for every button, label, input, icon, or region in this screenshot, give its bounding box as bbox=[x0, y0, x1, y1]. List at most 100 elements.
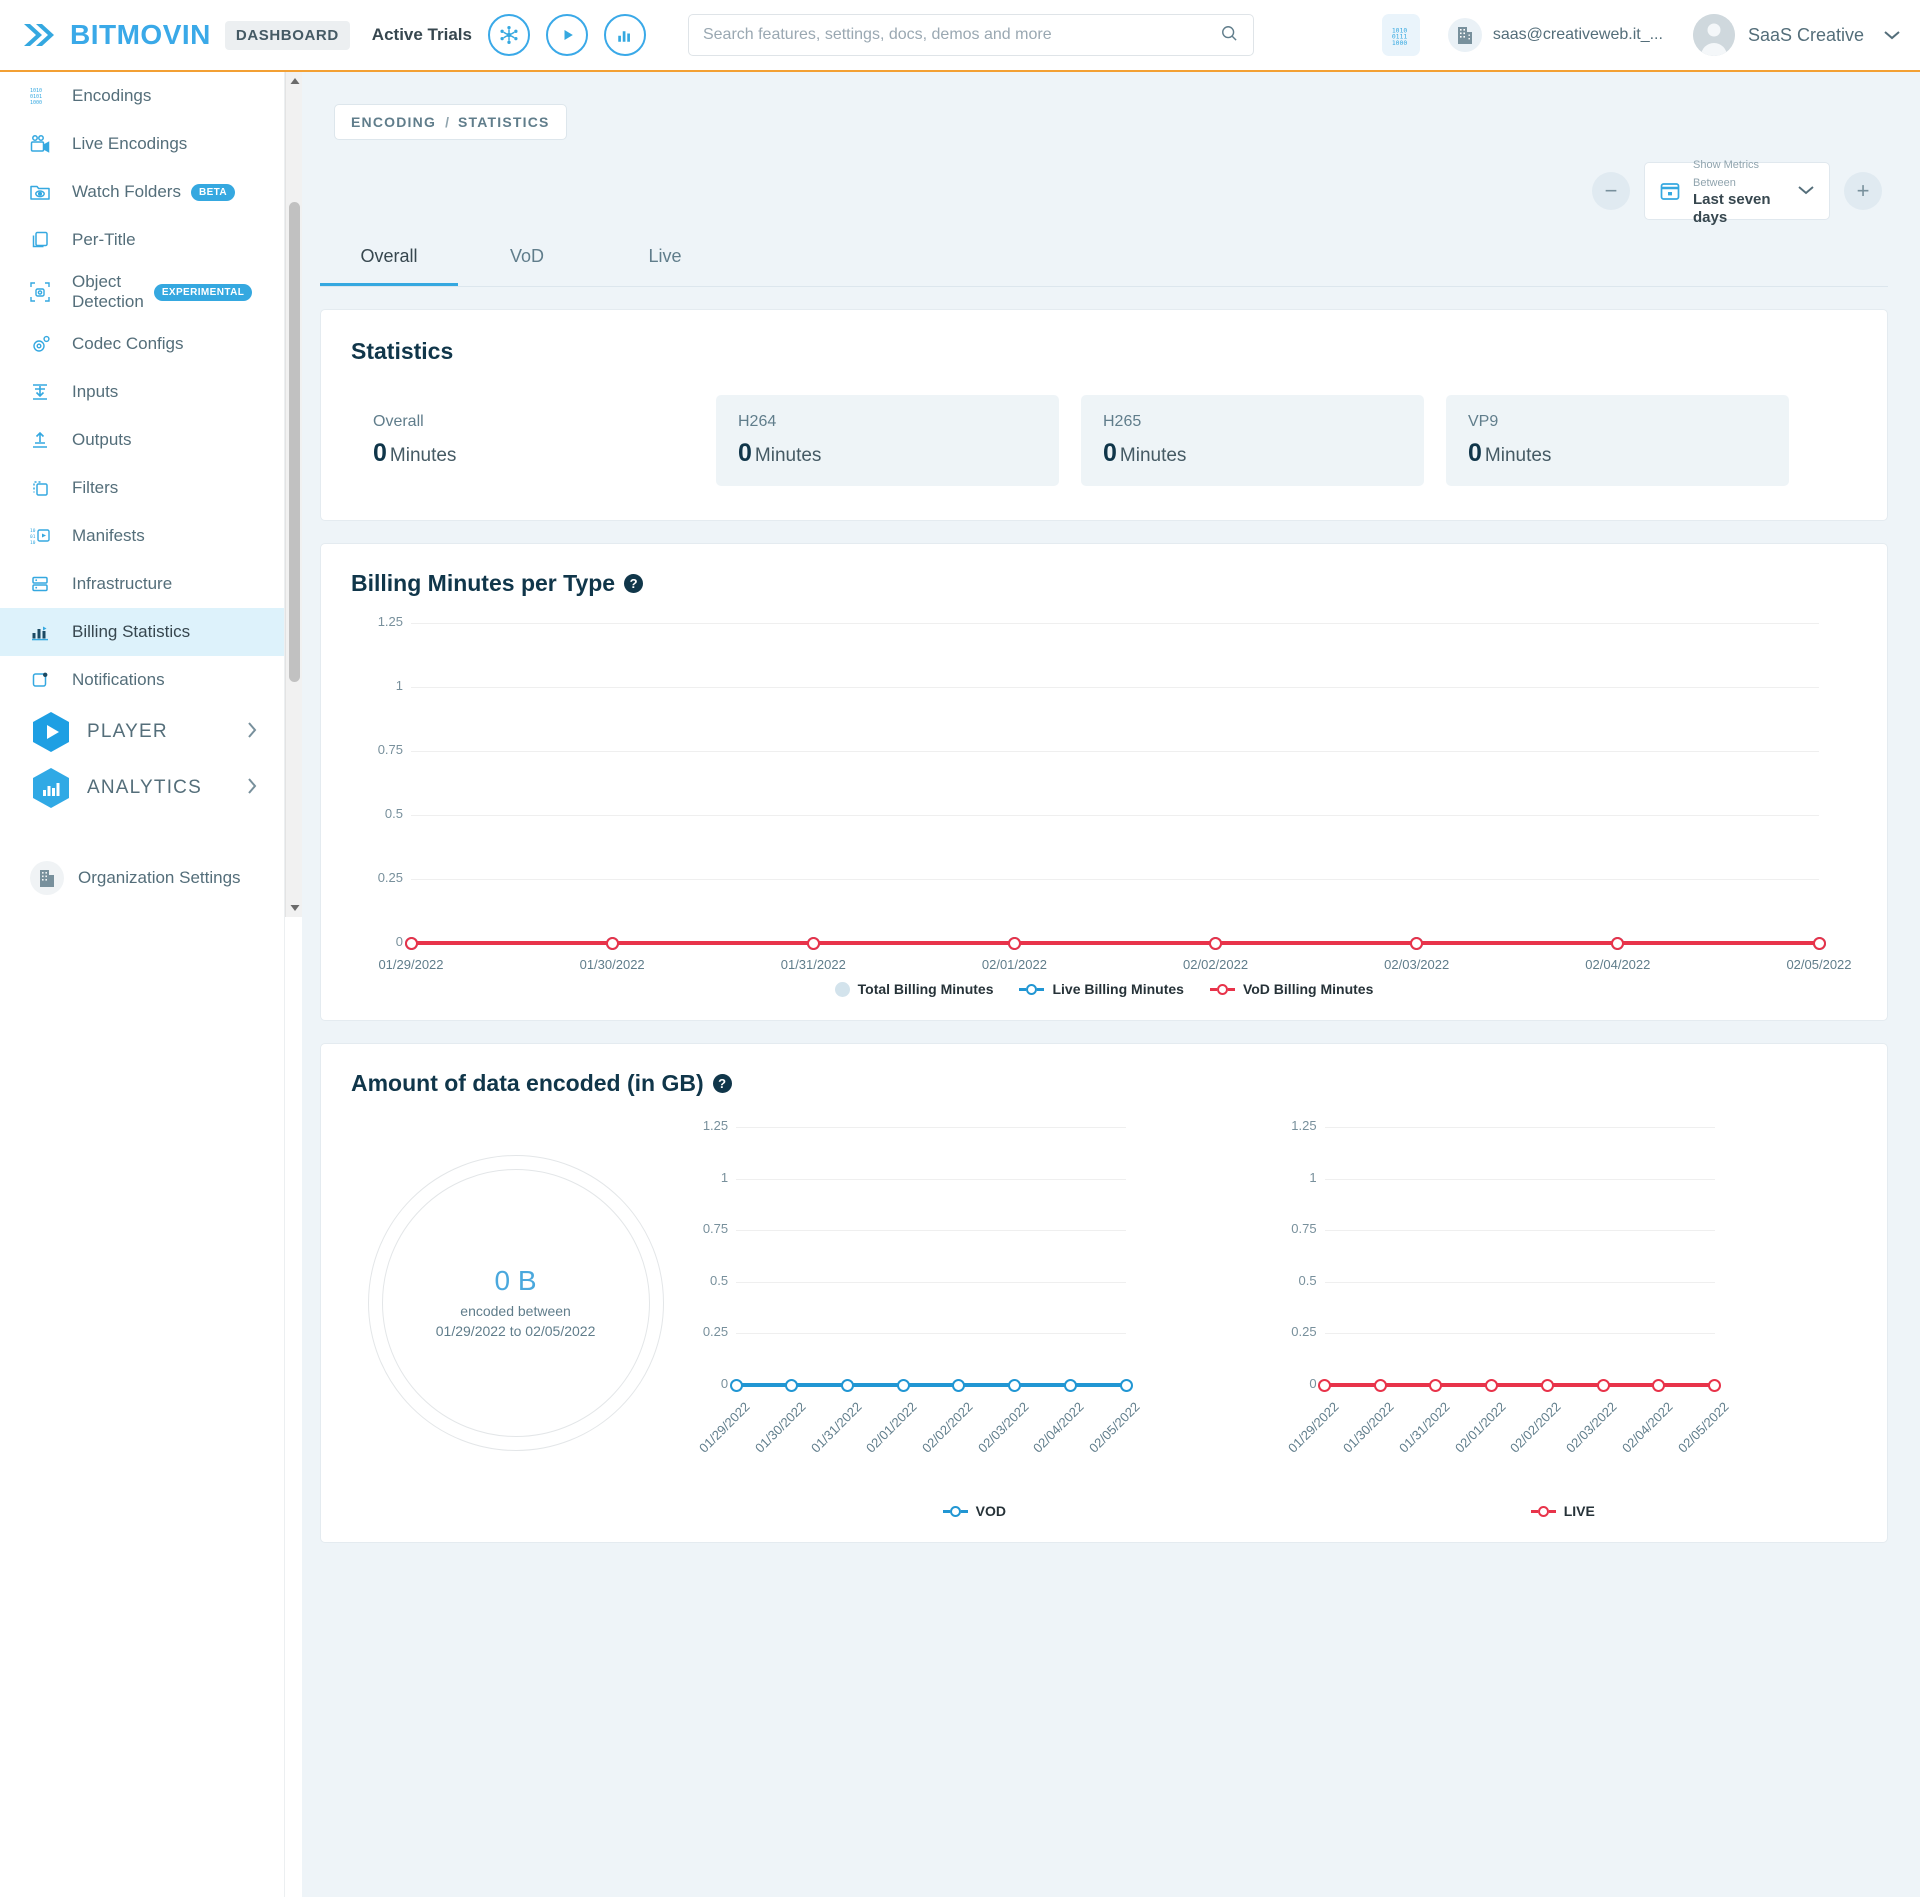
sidebar-item-live-encodings[interactable]: Live Encodings bbox=[0, 120, 284, 168]
encoding-nodes-icon[interactable] bbox=[487, 14, 530, 56]
chart-data-point bbox=[1119, 1378, 1133, 1392]
binary-code-icon[interactable]: 1010 0111 1000 bbox=[1381, 14, 1420, 56]
chart-x-tick: 01/29/2022 bbox=[378, 957, 444, 972]
stat-value: 0 Minutes bbox=[1468, 439, 1767, 468]
sidebar-item-organization-settings[interactable]: Organization Settings bbox=[0, 854, 284, 902]
donut-value: 0 B bbox=[494, 1264, 537, 1296]
chevron-right-icon[interactable] bbox=[246, 777, 258, 800]
sidebar-item-infrastructure[interactable]: Infrastructure bbox=[0, 560, 284, 608]
chart-y-tick: 1 bbox=[395, 678, 403, 693]
search-input[interactable] bbox=[702, 26, 1219, 44]
donut-caption-line2: 01/29/2022 to 02/05/2022 bbox=[435, 1323, 596, 1339]
billing-minutes-chart: 1.25 1 0.75 0.5 0.25 0 01/29/2022 01/30/2022 01/… bbox=[351, 607, 1857, 1007]
legend-item-vod[interactable]: VOD bbox=[942, 1503, 1006, 1519]
watch-folder-eye-icon bbox=[26, 183, 54, 202]
decrease-range-button[interactable]: − bbox=[1592, 172, 1630, 210]
legend-ring-icon bbox=[1530, 1505, 1556, 1517]
chevron-down-icon[interactable] bbox=[1882, 25, 1902, 46]
stat-box-h265: H265 0 Minutes bbox=[1081, 395, 1424, 486]
sidebar-item-manifests[interactable]: 10 01 10 Manifests bbox=[0, 512, 284, 560]
brand-logo[interactable]: BITMOVIN bbox=[22, 19, 211, 51]
search-box[interactable] bbox=[687, 14, 1254, 56]
player-play-icon[interactable] bbox=[545, 14, 588, 56]
calendar-icon bbox=[1659, 180, 1681, 202]
sidebar-item-encodings[interactable]: 1010 0101 1000 Encodings bbox=[0, 72, 284, 120]
svg-text:10: 10 bbox=[30, 528, 36, 534]
stat-value: 0 Minutes bbox=[738, 439, 1037, 468]
chart-y-tick: 0.25 bbox=[377, 870, 403, 885]
building-icon bbox=[1447, 18, 1482, 52]
sidebar-scrollbar[interactable] bbox=[285, 72, 302, 917]
sidebar-item-watch-folders[interactable]: Watch Folders BETA bbox=[0, 168, 284, 216]
chevron-right-icon[interactable] bbox=[246, 721, 258, 744]
breadcrumb-separator: / bbox=[445, 114, 449, 130]
increase-range-button[interactable]: + bbox=[1844, 172, 1882, 210]
active-trials-link[interactable]: Active Trials bbox=[372, 25, 472, 45]
sidebar-item-billing-statistics[interactable]: Billing Statistics bbox=[0, 608, 284, 656]
chart-x-tick: 01/31/2022 bbox=[780, 957, 846, 972]
search-icon[interactable] bbox=[1219, 23, 1239, 48]
stat-unit: Minutes bbox=[754, 445, 822, 466]
tab-vod[interactable]: VoD bbox=[458, 234, 596, 286]
date-range-select[interactable]: Show Metrics Between Last seven days bbox=[1644, 159, 1830, 226]
scroll-up-arrow-icon[interactable] bbox=[286, 72, 303, 90]
vod-chart-legend: VOD bbox=[680, 1503, 1268, 1519]
player-hex-icon bbox=[32, 711, 70, 753]
sidebar-item-object-detection[interactable]: Object Detection EXPERIMENTAL bbox=[0, 264, 284, 320]
legend-ring-icon bbox=[942, 1505, 968, 1517]
stat-label: VP9 bbox=[1468, 413, 1499, 430]
stat-number: 0 bbox=[1103, 439, 1117, 467]
chart-data-point bbox=[785, 1378, 799, 1392]
scroll-down-arrow-icon[interactable] bbox=[286, 899, 303, 917]
legend-item-live[interactable]: LIVE bbox=[1530, 1503, 1595, 1519]
sidebar-item-label: Object Detection bbox=[72, 272, 144, 311]
sidebar-nav: 1010 0101 1000 Encodings Live Encodings … bbox=[0, 72, 285, 1897]
breadcrumb-statistics[interactable]: STATISTICS bbox=[458, 114, 550, 130]
svg-text:10: 10 bbox=[30, 540, 36, 546]
date-range-toolbar: − Show Metrics Between Last seven days + bbox=[302, 159, 1882, 226]
sidebar-item-outputs[interactable]: Outputs bbox=[0, 416, 284, 464]
chart-data-point bbox=[1209, 936, 1223, 950]
sidebar-item-label: Codec Configs bbox=[72, 334, 184, 354]
tab-overall[interactable]: Overall bbox=[320, 234, 458, 286]
chevron-down-icon[interactable] bbox=[1797, 183, 1815, 199]
donut-center-label: 0 B encoded between 01/29/2022 to 02/05/… bbox=[368, 1155, 664, 1451]
stat-box-vp9: VP9 0 Minutes bbox=[1446, 395, 1789, 486]
chart-gridline bbox=[736, 1230, 1127, 1232]
tab-live[interactable]: Live bbox=[596, 234, 734, 286]
organization-chip[interactable]: saas@creativeweb.it_... bbox=[1447, 18, 1663, 52]
chart-data-point bbox=[1652, 1378, 1666, 1392]
sidebar-group-player[interactable]: PLAYER bbox=[0, 704, 284, 760]
user-name: SaaS Creative bbox=[1747, 24, 1864, 45]
sidebar-item-codec-configs[interactable]: Codec Configs bbox=[0, 320, 284, 368]
chart-data-point bbox=[1596, 1378, 1610, 1392]
breadcrumb: ENCODING / STATISTICS bbox=[334, 104, 567, 140]
sidebar-item-label: Filters bbox=[72, 478, 119, 498]
chart-y-tick: 1.25 bbox=[702, 1118, 729, 1133]
sidebar-group-analytics[interactable]: ANALYTICS bbox=[0, 760, 284, 816]
chart-gridline bbox=[1324, 1127, 1715, 1128]
sidebar-item-per-title[interactable]: Per-Title bbox=[0, 216, 284, 264]
breadcrumb-encoding[interactable]: ENCODING bbox=[351, 114, 436, 130]
organization-name: saas@creativeweb.it_... bbox=[1492, 26, 1663, 43]
analytics-bars-icon[interactable] bbox=[603, 14, 646, 56]
sidebar-item-label: Organization Settings bbox=[78, 868, 241, 888]
scrollbar-thumb[interactable] bbox=[289, 202, 300, 682]
stat-number: 0 bbox=[1468, 439, 1482, 467]
chart-data-point bbox=[1007, 936, 1021, 950]
help-circle-icon[interactable]: ? bbox=[624, 574, 644, 593]
sidebar-item-inputs[interactable]: Inputs bbox=[0, 368, 284, 416]
help-circle-icon[interactable]: ? bbox=[712, 1074, 732, 1093]
svg-text:1000: 1000 bbox=[30, 100, 42, 106]
user-menu[interactable]: SaaS Creative bbox=[1692, 14, 1902, 56]
dashboard-badge[interactable]: DASHBOARD bbox=[224, 20, 350, 50]
chart-y-tick: 0.25 bbox=[1291, 1324, 1317, 1340]
analytics-hex-icon bbox=[32, 767, 70, 809]
chart-y-tick: 0.25 bbox=[702, 1324, 729, 1340]
sidebar-item-label: Manifests bbox=[72, 526, 145, 546]
sidebar-item-filters[interactable]: Filters bbox=[0, 464, 284, 512]
live-chart-legend: LIVE bbox=[1269, 1503, 1857, 1519]
avatar bbox=[1692, 14, 1735, 56]
stat-number: 0 bbox=[373, 439, 387, 467]
sidebar-item-notifications[interactable]: Notifications bbox=[0, 656, 284, 704]
